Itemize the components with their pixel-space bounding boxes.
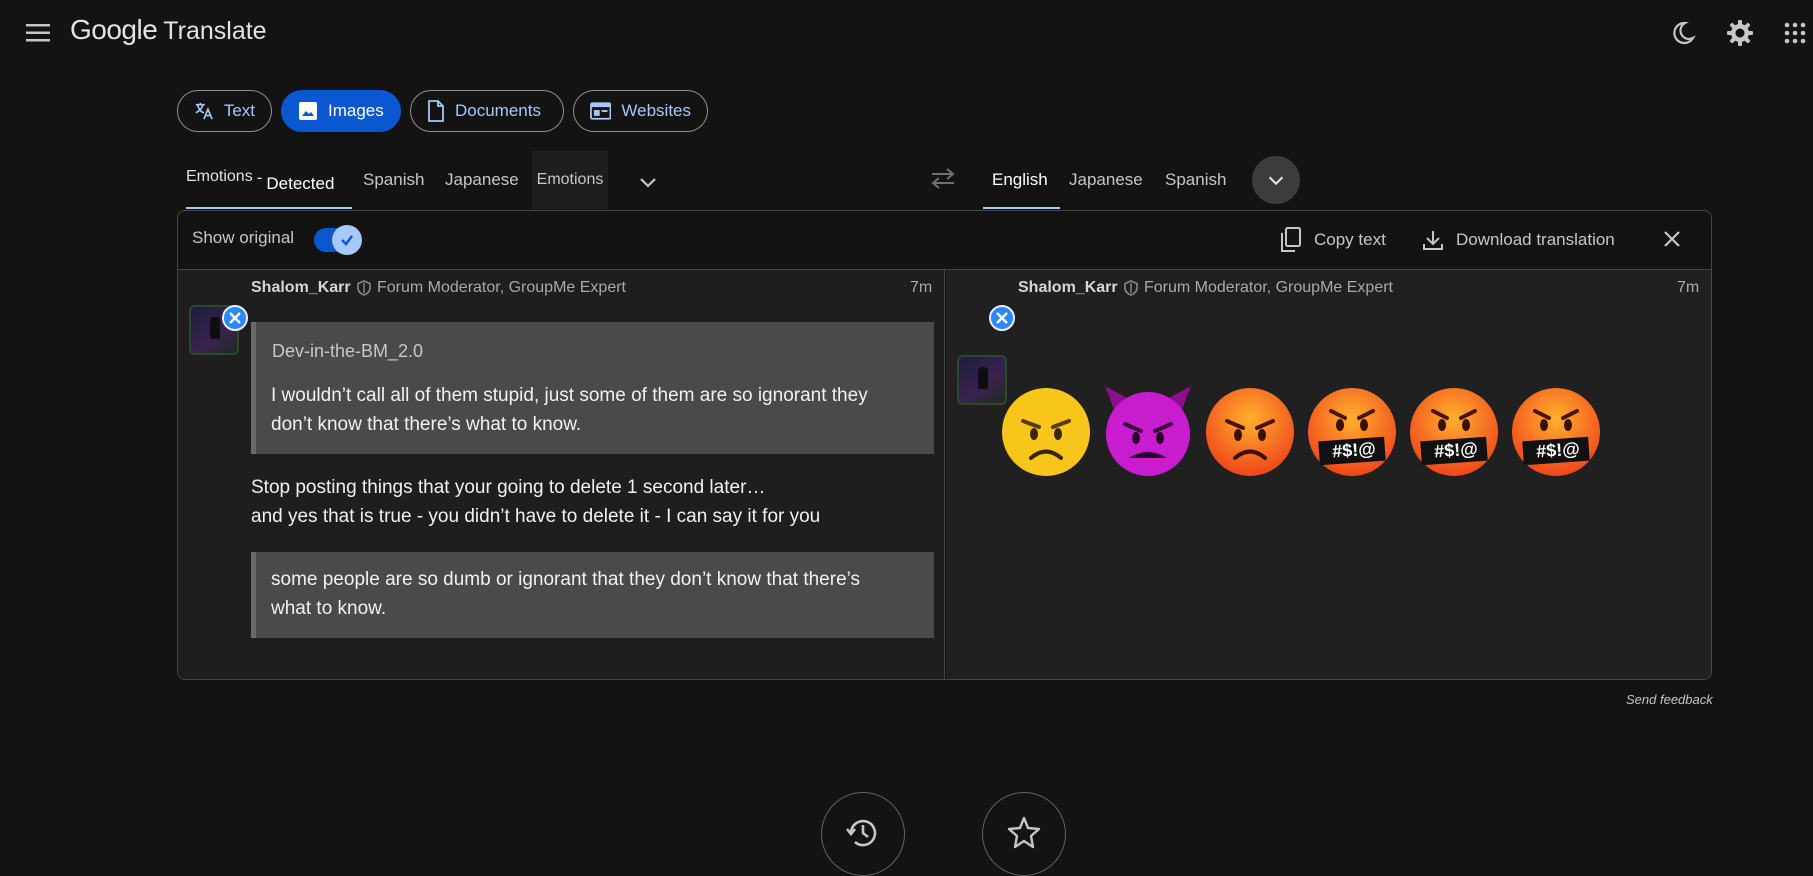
swap-languages-button[interactable]	[929, 166, 961, 194]
symbols-text: #$!@	[1535, 438, 1581, 462]
source-active-underline	[186, 207, 352, 209]
apps-button[interactable]	[1778, 16, 1812, 50]
symbols-text: #$!@	[1331, 438, 1377, 462]
tools-icon	[229, 312, 241, 324]
saved-button[interactable]	[982, 792, 1066, 876]
show-original-toggle[interactable]	[314, 225, 362, 255]
translate-icon	[195, 102, 213, 120]
source-lang-japanese[interactable]: Japanese	[445, 160, 519, 200]
source-more-languages-button[interactable]	[636, 170, 660, 194]
post-body-line: Stop posting things that your going to d…	[251, 477, 766, 498]
face-with-symbols-emoji: #$!@	[1509, 385, 1603, 479]
translated-role-text: Forum Moderator, GroupMe Expert	[1144, 279, 1393, 296]
history-button[interactable]	[821, 792, 905, 876]
settings-button[interactable]	[1723, 16, 1757, 50]
quote-text-line: I wouldn’t call all of them stupid, just…	[271, 385, 868, 406]
copy-text-button[interactable]: Copy text	[1280, 222, 1386, 258]
download-translation-label: Download translation	[1456, 230, 1615, 249]
image-icon	[299, 102, 317, 120]
chevron-down-icon	[1268, 176, 1284, 186]
dark-mode-button[interactable]	[1666, 16, 1700, 50]
post-role-text: Forum Moderator, GroupMe Expert	[377, 279, 626, 296]
logo-translate-text: Translate	[163, 17, 267, 45]
target-lang-japanese[interactable]: Japanese	[1069, 160, 1143, 200]
close-button[interactable]	[1660, 227, 1684, 251]
detected-language-name: Emotions	[186, 168, 253, 185]
close-icon	[1664, 231, 1680, 247]
download-icon	[1423, 231, 1443, 250]
face-with-symbols-emoji: #$!@	[1407, 385, 1501, 479]
pane-divider	[944, 270, 945, 679]
show-original-label: Show original	[192, 228, 295, 247]
copy-text-label: Copy text	[1314, 230, 1386, 249]
target-active-underline	[983, 207, 1060, 209]
target-lang-english[interactable]: English	[992, 160, 1048, 200]
detected-label: Detected	[266, 174, 335, 193]
translated-role: Forum Moderator, GroupMe Expert	[1124, 279, 1393, 297]
shield-icon	[357, 280, 371, 296]
google-translate-logo[interactable]: Google Translate	[70, 14, 267, 52]
symbols-text: #$!@	[1433, 438, 1479, 462]
post-username: Shalom_Karr	[251, 279, 351, 296]
logo-google-text: Google	[70, 14, 158, 45]
main-menu-button[interactable]	[20, 17, 56, 49]
mode-websites-label: Websites	[621, 101, 691, 120]
moderator-badge	[222, 305, 248, 331]
post-body-line: and yes that is true - you didn’t have t…	[251, 506, 821, 527]
star-icon	[1007, 816, 1041, 849]
translated-username: Shalom_Karr	[1018, 279, 1118, 296]
download-translation-button[interactable]: Download translation	[1422, 222, 1615, 258]
quote-text-line: what to know.	[271, 598, 387, 619]
post-role: Forum Moderator, GroupMe Expert	[357, 279, 626, 297]
pouting-face-emoji	[1203, 385, 1297, 479]
mode-text-chip[interactable]: Text	[177, 90, 272, 132]
document-icon	[428, 100, 444, 122]
source-detected-tab[interactable]: Emotions - Detected	[186, 158, 334, 202]
target-lang-spanish[interactable]: Spanish	[1165, 160, 1226, 200]
chevron-down-icon	[640, 178, 656, 188]
post-time: 7m	[910, 279, 933, 296]
quote-text-line: don’t know that there’s what to know.	[271, 414, 582, 435]
shield-icon	[1124, 280, 1138, 296]
toggle-knob	[332, 225, 362, 255]
quote-text-line: some people are so dumb or ignorant that…	[271, 569, 861, 590]
source-lang-spanish[interactable]: Spanish	[363, 160, 424, 200]
history-icon	[845, 819, 877, 847]
mode-images-chip[interactable]: Images	[281, 90, 401, 132]
mode-websites-chip[interactable]: Websites	[573, 90, 708, 132]
angry-face-with-horns-emoji	[1101, 382, 1195, 476]
gear-icon	[1727, 20, 1753, 46]
mode-images-label: Images	[328, 101, 384, 120]
moon-icon	[1673, 21, 1696, 45]
translated-time: 7m	[1677, 279, 1700, 296]
target-more-languages-button[interactable]	[1252, 156, 1300, 204]
face-with-symbols-emoji: #$!@	[1305, 385, 1399, 479]
moderator-badge	[989, 305, 1015, 331]
check-icon	[341, 235, 353, 246]
tools-icon	[996, 312, 1008, 324]
copy-icon	[1281, 227, 1301, 252]
hamburger-icon	[26, 24, 50, 42]
website-icon	[590, 102, 612, 120]
apps-grid-icon	[1784, 22, 1806, 44]
quote-author: Dev-in-the-BM_2.0	[272, 341, 424, 361]
send-feedback-link[interactable]: Send feedback	[1626, 692, 1713, 707]
mode-documents-label: Documents	[455, 101, 541, 120]
mode-documents-chip[interactable]: Documents	[410, 90, 564, 132]
source-lang-emotions[interactable]: Emotions	[532, 151, 608, 209]
swap-arrows-icon	[931, 168, 955, 189]
angry-face-emoji	[999, 385, 1093, 479]
mode-text-label: Text	[223, 101, 255, 120]
